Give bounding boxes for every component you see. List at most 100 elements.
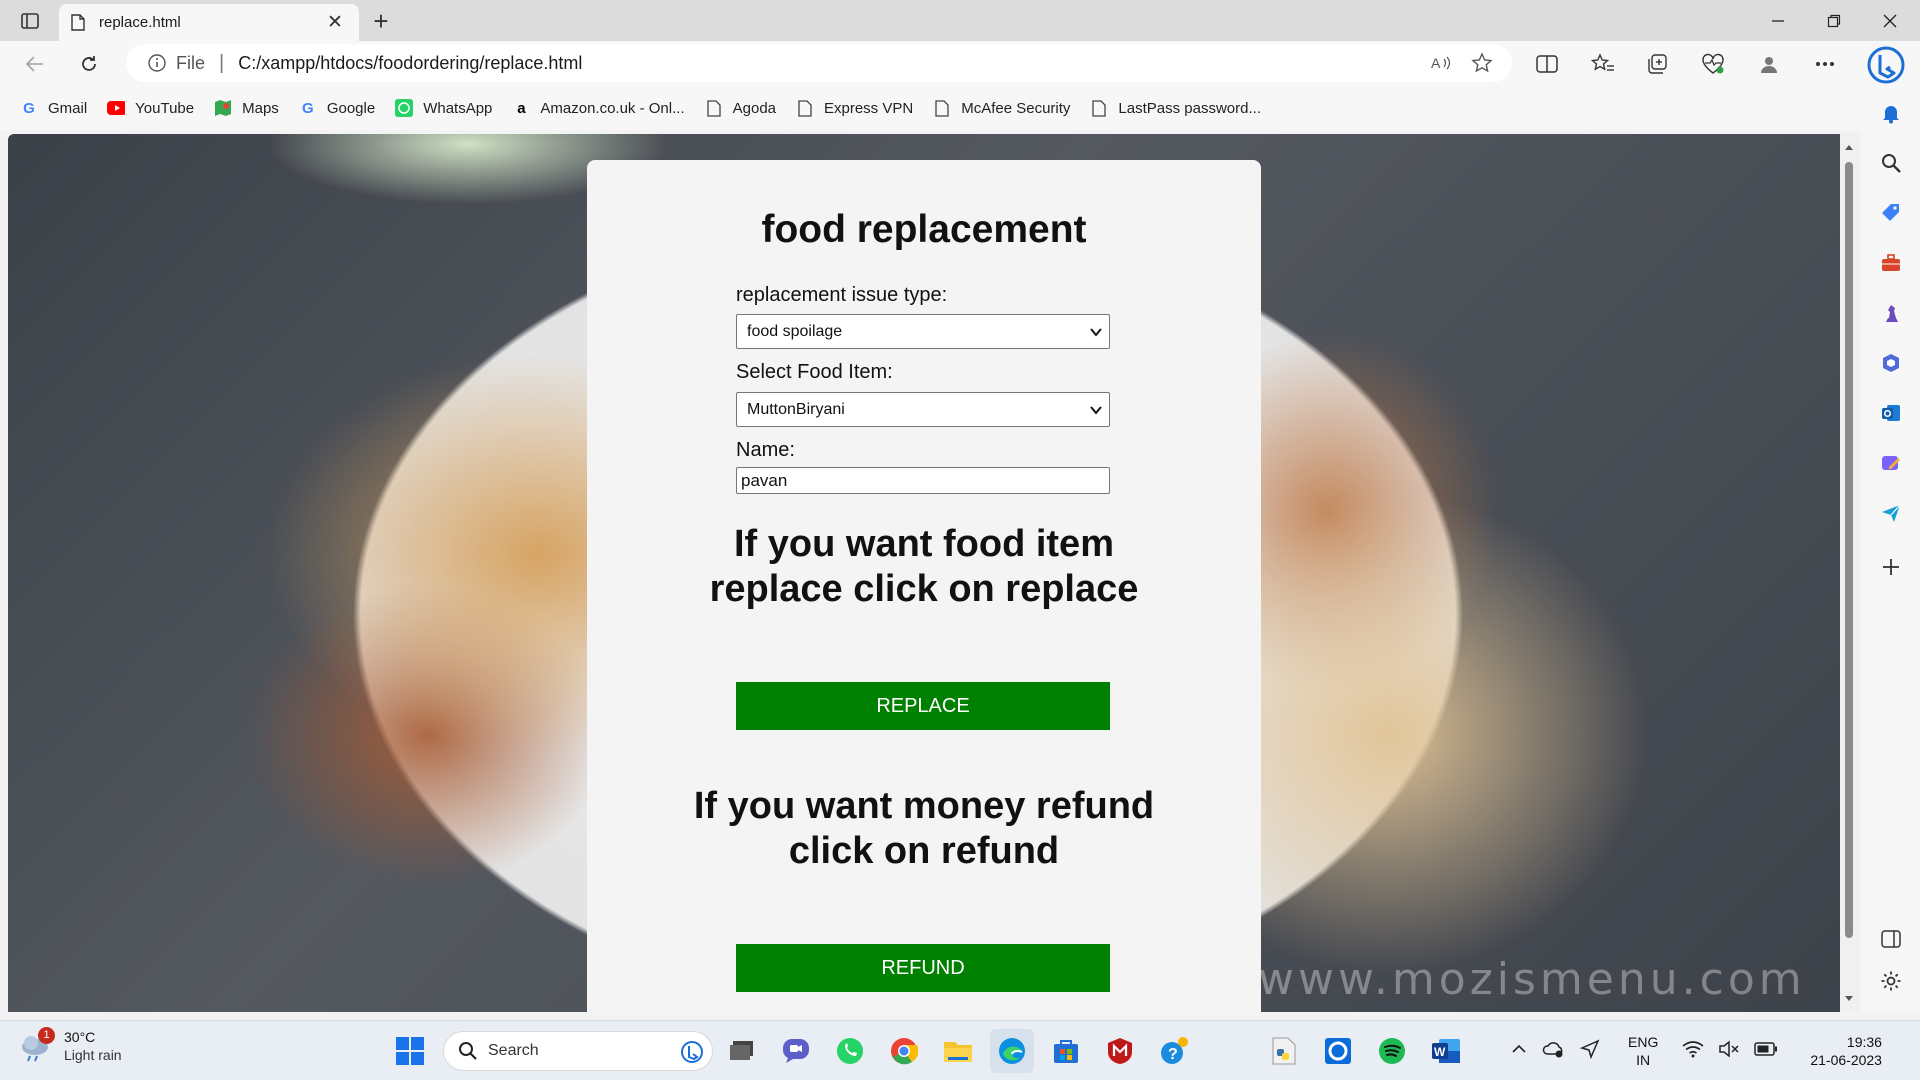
bing-icon (1867, 46, 1905, 84)
weather-widget[interactable]: 1 30°C Light rain (18, 1027, 122, 1063)
games-button[interactable] (1876, 298, 1906, 328)
favorite-item[interactable]: WhatsApp (395, 99, 492, 117)
outlook-icon (1882, 405, 1900, 421)
split-screen-icon (1536, 55, 1558, 73)
bell-icon (1883, 106, 1899, 124)
replace-button[interactable]: REPLACE (736, 682, 1110, 730)
sidebar-search-button[interactable] (1876, 148, 1906, 178)
profile-button[interactable] (1752, 47, 1786, 81)
favorite-item[interactable]: G Gmail (20, 99, 87, 117)
favorite-item[interactable]: Maps (214, 99, 279, 117)
scroll-up-arrow-icon[interactable] (1843, 142, 1855, 154)
clock[interactable]: 19:36 21-06-2023 (1810, 1033, 1882, 1069)
language-indicator[interactable]: ENG IN (1628, 1033, 1658, 1069)
weather-temperature: 30°C (64, 1029, 96, 1045)
info-icon[interactable] (146, 52, 168, 74)
show-hidden-icons-button[interactable] (1510, 1042, 1528, 1061)
hide-sidebar-button[interactable] (1876, 924, 1906, 954)
favorite-label: WhatsApp (423, 99, 493, 117)
send-button[interactable] (1876, 498, 1906, 528)
notifications-button[interactable] (1876, 98, 1906, 128)
volume-muted-icon (1719, 1039, 1739, 1058)
restore-button[interactable] (1806, 0, 1862, 41)
tools-button[interactable] (1876, 248, 1906, 278)
language-bottom: IN (1636, 1052, 1651, 1068)
minimize-icon (1772, 19, 1784, 22)
tab-close-icon[interactable]: ✕ (323, 11, 347, 34)
spotify-button[interactable] (1370, 1029, 1414, 1073)
outlook-button[interactable] (1876, 398, 1906, 428)
youtube-icon (107, 99, 126, 117)
favorite-star-icon[interactable] (1462, 46, 1502, 80)
shopping-button[interactable] (1876, 198, 1906, 228)
tab-actions-button[interactable] (12, 8, 48, 34)
cortana-button[interactable] (1316, 1029, 1360, 1073)
store-bag-icon (1054, 1040, 1078, 1063)
refresh-icon (82, 56, 96, 71)
url-text[interactable]: C:/xampp/htdocs/foodordering/replace.htm… (238, 53, 1422, 74)
add-sidebar-app-button[interactable] (1876, 552, 1906, 582)
back-arrow-icon (25, 56, 43, 72)
store-button[interactable] (1044, 1029, 1088, 1073)
food-item-label: Select Food Item: (736, 361, 893, 383)
name-input[interactable]: pavan (736, 467, 1110, 494)
rain-cloud-icon: 1 (18, 1027, 55, 1063)
browser-essentials-button[interactable] (1696, 47, 1730, 81)
designer-button[interactable] (1876, 448, 1906, 478)
taskbar-search[interactable]: Search (443, 1031, 713, 1071)
food-item-select[interactable]: MuttonBiryani (736, 392, 1110, 427)
read-aloud-icon[interactable]: A (1422, 46, 1462, 80)
chrome-button[interactable] (882, 1029, 926, 1073)
start-button[interactable] (388, 1029, 432, 1073)
page-icon (705, 99, 723, 117)
mcafee-button[interactable] (1098, 1029, 1142, 1073)
edge-taskbar-button[interactable] (990, 1029, 1034, 1073)
clock-date: 21-06-2023 (1810, 1052, 1882, 1068)
python-button[interactable] (1262, 1029, 1306, 1073)
url-scheme: File (176, 52, 206, 73)
close-window-button[interactable] (1862, 0, 1918, 41)
favorite-item[interactable]: a Amazon.co.uk - Onl... (512, 99, 684, 117)
issue-type-select[interactable]: food spoilage (736, 314, 1110, 349)
favorite-item[interactable]: LastPass password... (1090, 99, 1261, 117)
task-view-button[interactable] (720, 1029, 764, 1073)
collections-button[interactable] (1640, 47, 1674, 81)
favorites-button[interactable] (1586, 47, 1620, 81)
language-top: ENG (1628, 1034, 1659, 1050)
issue-type-label: replacement issue type: (736, 284, 948, 306)
volume-button[interactable] (1718, 1039, 1740, 1063)
page-scrollbar[interactable] (1840, 134, 1858, 1012)
task-view-icon (730, 1041, 753, 1060)
sidebar-settings-button[interactable] (1876, 966, 1906, 996)
onedrive-status-button[interactable] (1542, 1039, 1566, 1064)
location-button[interactable] (1579, 1039, 1600, 1064)
split-screen-button[interactable] (1530, 47, 1564, 81)
favorite-item[interactable]: G Google (299, 99, 375, 117)
favorite-item[interactable]: McAfee Security (933, 99, 1070, 117)
office-button[interactable] (1876, 348, 1906, 378)
settings-menu-button[interactable] (1808, 47, 1842, 81)
file-explorer-button[interactable] (936, 1029, 980, 1073)
bing-copilot-button[interactable] (1866, 45, 1906, 85)
page-icon (933, 99, 951, 117)
minimize-button[interactable] (1750, 0, 1806, 41)
whatsapp-taskbar-button[interactable] (828, 1029, 872, 1073)
battery-button[interactable] (1754, 1041, 1778, 1061)
back-button[interactable] (18, 47, 52, 81)
teams-chat-button[interactable] (774, 1029, 818, 1073)
word-button[interactable]: W (1424, 1029, 1468, 1073)
refresh-button[interactable] (72, 47, 106, 81)
scrollbar-thumb[interactable] (1845, 162, 1853, 938)
wifi-button[interactable] (1682, 1040, 1704, 1063)
favorite-item[interactable]: Express VPN (796, 99, 913, 117)
favorite-label: Express VPN (824, 99, 914, 117)
refund-button[interactable]: REFUND (736, 944, 1110, 992)
favorite-item[interactable]: YouTube (107, 99, 194, 117)
active-tab[interactable]: replace.html ✕ (59, 4, 359, 41)
replace-prompt: If you want food item replace click on r… (709, 523, 1139, 610)
get-help-button[interactable]: ? (1152, 1029, 1196, 1073)
address-bar[interactable]: File | C:/xampp/htdocs/foodordering/repl… (126, 44, 1512, 82)
favorite-item[interactable]: Agoda (705, 99, 776, 117)
scroll-down-arrow-icon[interactable] (1843, 992, 1855, 1004)
new-tab-button[interactable]: + (366, 6, 396, 36)
